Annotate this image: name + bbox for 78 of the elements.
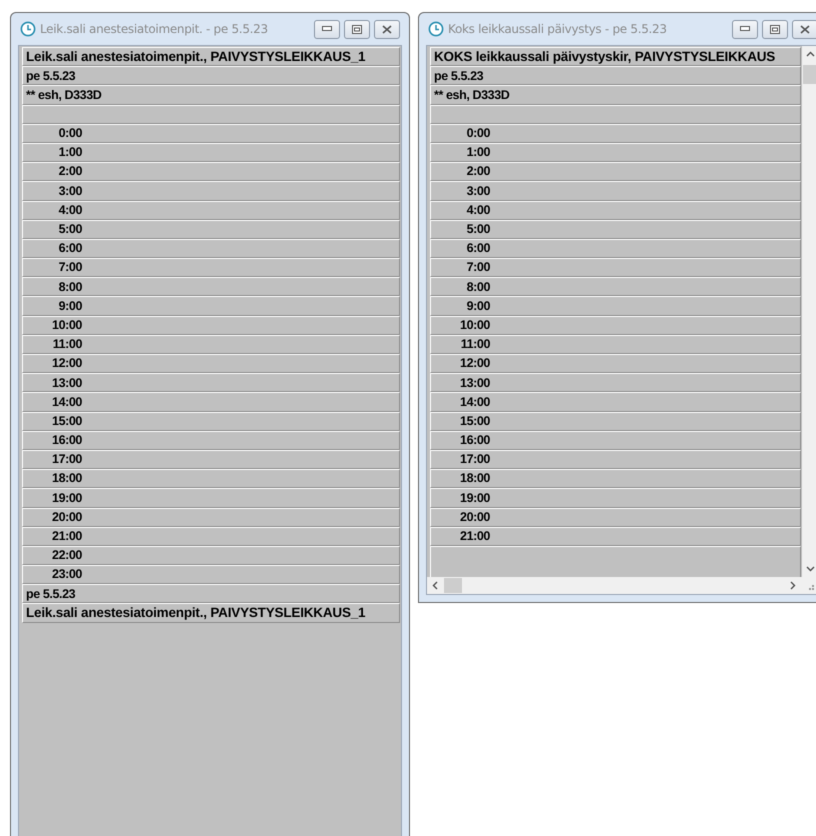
restore-icon [352, 24, 362, 34]
hour-row: 4:00 [22, 200, 400, 220]
maximize-button[interactable] [344, 20, 370, 38]
scroll-thumb[interactable] [803, 65, 816, 84]
hour-row: 10:00 [430, 316, 801, 335]
hour-row: 1:00 [430, 142, 801, 162]
hour-row: 3:00 [22, 181, 400, 200]
hour-row: 17:00 [430, 450, 801, 470]
hour-row: 11:00 [430, 334, 801, 354]
hour-row: 20:00 [430, 508, 801, 527]
hour-row: 2:00 [22, 162, 400, 182]
hour-row: 0:00 [430, 124, 801, 143]
window-title: Leik.sali anestesiatoimenpit. - pe 5.5.23 [40, 22, 269, 36]
hour-row: 22:00 [22, 546, 400, 566]
chevron-up-icon [806, 50, 815, 59]
row-label: pe 5.5.23 [22, 584, 400, 604]
chevron-right-icon [788, 581, 797, 590]
hour-row: 19:00 [430, 488, 801, 508]
hour-row: 16:00 [22, 430, 400, 450]
minimize-icon [740, 26, 750, 32]
row-label: pe 5.5.23 [22, 66, 400, 86]
hour-row: 9:00 [22, 296, 400, 316]
hour-row: 5:00 [22, 220, 400, 239]
hour-row: 19:00 [22, 488, 400, 508]
hour-row: 12:00 [22, 354, 400, 374]
hour-row: 16:00 [430, 430, 801, 450]
row-header: Leik.sali anestesiatoimenpit., PAIVYSTYSLEIKKAUS_1 [22, 603, 400, 623]
hour-row: 15:00 [22, 412, 400, 431]
hour-row: 14:00 [430, 392, 801, 412]
close-icon [382, 24, 392, 34]
hour-row: 12:00 [430, 354, 801, 374]
hour-row: 10:00 [22, 316, 400, 335]
row-label: ** esh, D333D [430, 85, 801, 105]
horizontal-scrollbar[interactable] [427, 577, 816, 594]
hour-row: 8:00 [430, 277, 801, 296]
hour-row: 15:00 [430, 412, 801, 431]
hour-row: 8:00 [22, 277, 400, 296]
hour-row: 21:00 [22, 526, 400, 546]
close-button[interactable] [792, 20, 816, 38]
scroll-thumb[interactable] [444, 578, 462, 593]
close-button[interactable] [374, 20, 400, 38]
row-header: Leik.sali anestesiatoimenpit., PAIVYSTYSLEIKKAUS_1 [22, 47, 400, 66]
restore-icon [770, 24, 780, 34]
clock-icon [20, 21, 36, 37]
chevron-left-icon [431, 581, 440, 590]
row-label: ** esh, D333D [22, 85, 400, 105]
hour-row: 2:00 [430, 162, 801, 182]
hour-row: 1:00 [22, 142, 400, 162]
hour-row: 6:00 [22, 238, 400, 258]
vertical-scrollbar[interactable] [802, 46, 816, 577]
hour-row: 13:00 [430, 373, 801, 392]
maximize-button[interactable] [762, 20, 788, 38]
row-header: KOKS leikkaussali päivystyskir, PAIVYSTYSLEIKKAUS [430, 47, 801, 66]
hour-row: 21:00 [430, 526, 801, 546]
hour-row: 6:00 [430, 238, 801, 258]
hour-row: 14:00 [22, 392, 400, 412]
hour-row: 18:00 [22, 469, 400, 488]
chevron-down-icon [806, 564, 815, 573]
hour-row: 13:00 [22, 373, 400, 392]
hour-row: 5:00 [430, 220, 801, 239]
hour-row: 18:00 [430, 469, 801, 488]
hour-row: 11:00 [22, 334, 400, 354]
window-title: Koks leikkaussali päivystys - pe 5.5.23 [448, 22, 668, 36]
close-icon [800, 24, 810, 34]
minimize-button[interactable] [314, 20, 340, 38]
hour-row: 4:00 [430, 200, 801, 220]
hour-row: 20:00 [22, 508, 400, 527]
hour-row: 17:00 [22, 450, 400, 470]
minimize-icon [322, 26, 332, 32]
hour-row: 23:00 [22, 565, 400, 584]
clock-icon [428, 21, 444, 37]
hour-row: 7:00 [22, 258, 400, 278]
hour-row: 9:00 [430, 296, 801, 316]
hour-row: 0:00 [22, 124, 400, 143]
minimize-button[interactable] [732, 20, 758, 38]
hour-row: 7:00 [430, 258, 801, 278]
hour-row: 3:00 [430, 181, 801, 200]
row-label: pe 5.5.23 [430, 66, 801, 86]
